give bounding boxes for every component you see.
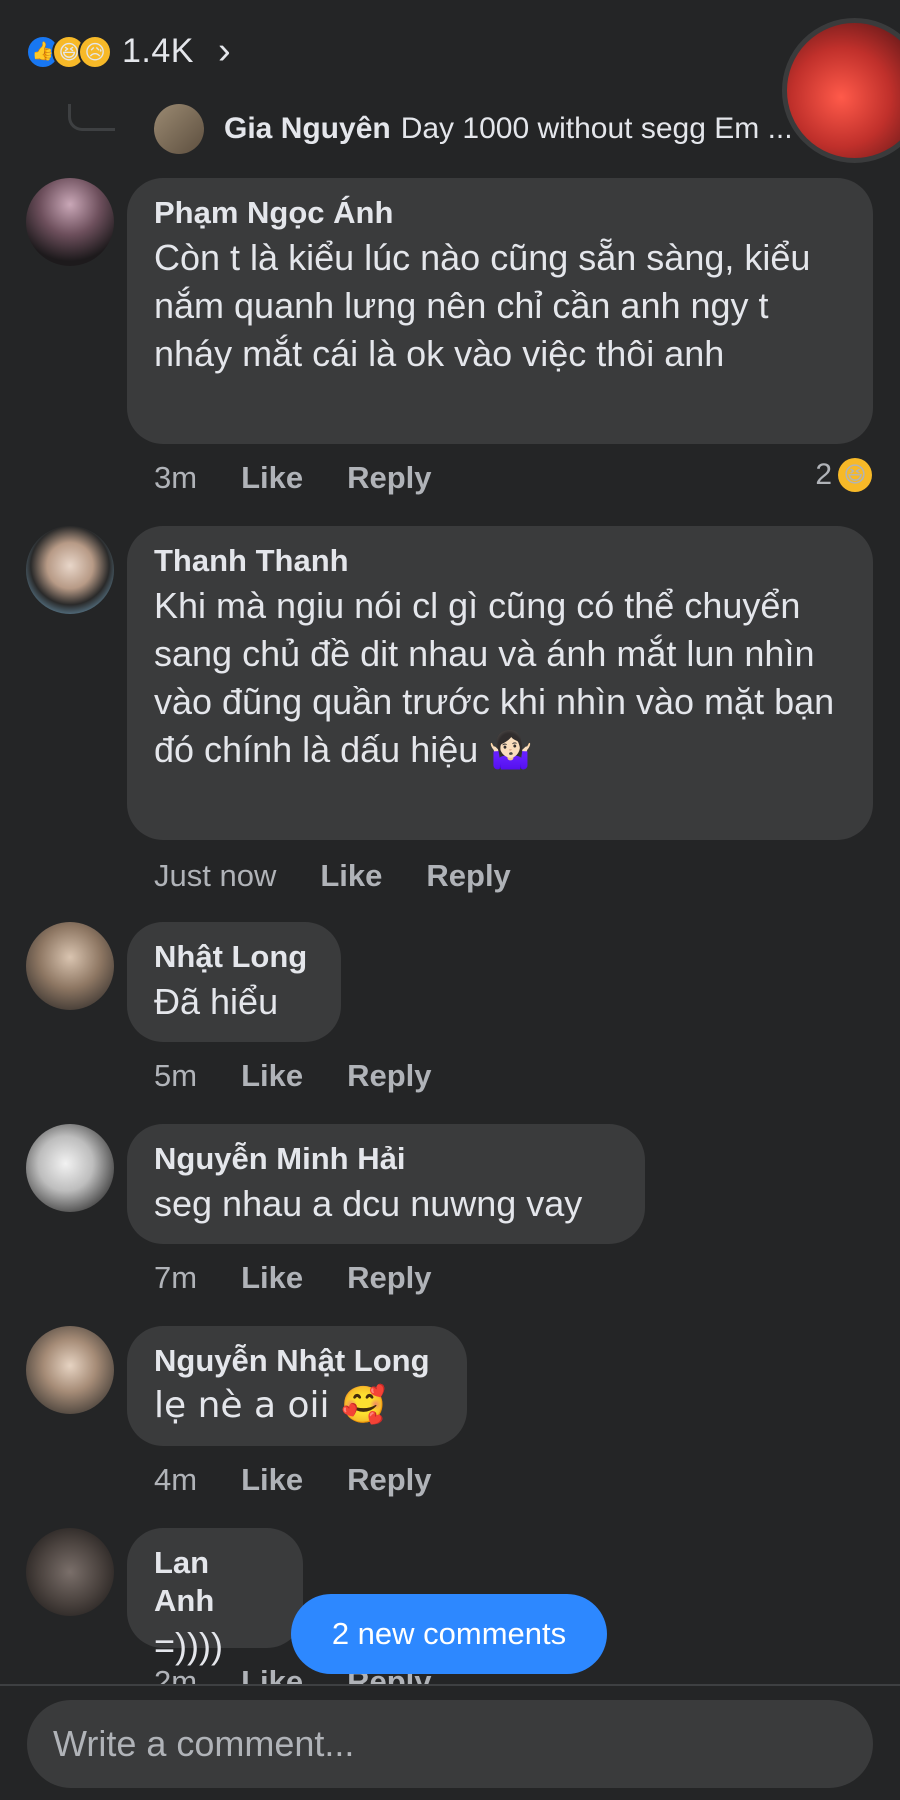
comment-text: Khi mà ngiu nói cl gì cũng có thể chuyển…	[154, 585, 835, 770]
new-comments-button[interactable]: 2 new comments	[291, 1594, 607, 1674]
comment-time[interactable]: 5m	[154, 1058, 197, 1094]
comment-text: Còn t là kiểu lúc nào cũng sẵn sàng, kiể…	[154, 237, 811, 374]
avatar[interactable]	[26, 1326, 114, 1414]
floating-chat-head-avatar[interactable]	[782, 18, 900, 163]
reply-preview[interactable]: Gia Nguyên Day 1000 without segg Em ...	[154, 104, 794, 154]
comment-author[interactable]: Nguyễn Minh Hải	[154, 1140, 617, 1178]
avatar	[154, 104, 204, 154]
reactions-header: 👍 😆 😥 1.4K ›	[0, 0, 900, 163]
comment-text: =))))	[154, 1625, 223, 1666]
comment-composer	[0, 1684, 900, 1800]
like-button[interactable]: Like	[241, 1260, 303, 1296]
haha-icon: 😆	[838, 458, 872, 492]
like-button[interactable]: Like	[241, 1462, 303, 1498]
comment-actions: Just now Like Reply	[154, 858, 511, 894]
comment-bubble: Thanh Thanh Khi mà ngiu nói cl gì cũng c…	[127, 526, 873, 840]
avatar[interactable]	[26, 1528, 114, 1616]
reply-button[interactable]: Reply	[426, 858, 510, 894]
reaction-summary[interactable]: 👍 😆 😥 1.4K ›	[26, 30, 231, 73]
comment-time[interactable]: Just now	[154, 858, 276, 894]
comment-author[interactable]: Thanh Thanh	[154, 542, 845, 580]
comment-reactions[interactable]: 2 😆	[815, 458, 872, 492]
comment-time[interactable]: 3m	[154, 460, 197, 496]
comment-actions: 4m Like Reply	[154, 1462, 432, 1498]
comment-bubble: Nguyễn Nhật Long lẹ nè a oii 🥰	[127, 1326, 467, 1446]
comment-text: lẹ nè a oii 🥰	[154, 1385, 386, 1426]
avatar[interactable]	[26, 178, 114, 266]
comment-text: Đã hiểu	[154, 981, 279, 1022]
reply-preview-text: Day 1000 without segg Em ...	[400, 112, 793, 145]
comment-input[interactable]	[27, 1700, 873, 1788]
reply-preview-author[interactable]: Gia Nguyên	[224, 112, 391, 146]
comment-bubble: Phạm Ngọc Ánh Còn t là kiểu lúc nào cũng…	[127, 178, 873, 444]
reaction-count: 1.4K	[122, 32, 194, 70]
avatar[interactable]	[26, 1124, 114, 1212]
comment-bubble: Nguyễn Minh Hải seg nhau a dcu nuwng vay	[127, 1124, 645, 1244]
chevron-right-icon[interactable]: ›	[218, 30, 231, 73]
comment-author[interactable]: Lan Anh	[154, 1544, 275, 1620]
like-button[interactable]: Like	[320, 858, 382, 894]
reply-thread-connector	[68, 104, 115, 131]
like-button[interactable]: Like	[241, 1058, 303, 1094]
reply-button[interactable]: Reply	[347, 1058, 431, 1094]
comment-author[interactable]: Nhật Long	[154, 938, 313, 976]
comment-text: seg nhau a dcu nuwng vay	[154, 1183, 583, 1224]
avatar[interactable]	[26, 526, 114, 614]
comment-time[interactable]: 4m	[154, 1462, 197, 1498]
comment-author[interactable]: Phạm Ngọc Ánh	[154, 194, 845, 232]
comment-author[interactable]: Nguyễn Nhật Long	[154, 1342, 439, 1380]
avatar[interactable]	[26, 922, 114, 1010]
comment-actions: 3m Like Reply	[154, 460, 432, 496]
comment-actions: 5m Like Reply	[154, 1058, 432, 1094]
like-button[interactable]: Like	[241, 460, 303, 496]
sad-icon: 😥	[78, 34, 112, 69]
reply-button[interactable]: Reply	[347, 1462, 431, 1498]
reply-button[interactable]: Reply	[347, 1260, 431, 1296]
comment-reaction-count: 2	[815, 458, 832, 491]
comment-bubble: Nhật Long Đã hiểu	[127, 922, 341, 1042]
comment-time[interactable]: 7m	[154, 1260, 197, 1296]
comment-actions: 7m Like Reply	[154, 1260, 432, 1296]
reply-button[interactable]: Reply	[347, 460, 431, 496]
comment-bubble: Lan Anh =))))	[127, 1528, 303, 1666]
